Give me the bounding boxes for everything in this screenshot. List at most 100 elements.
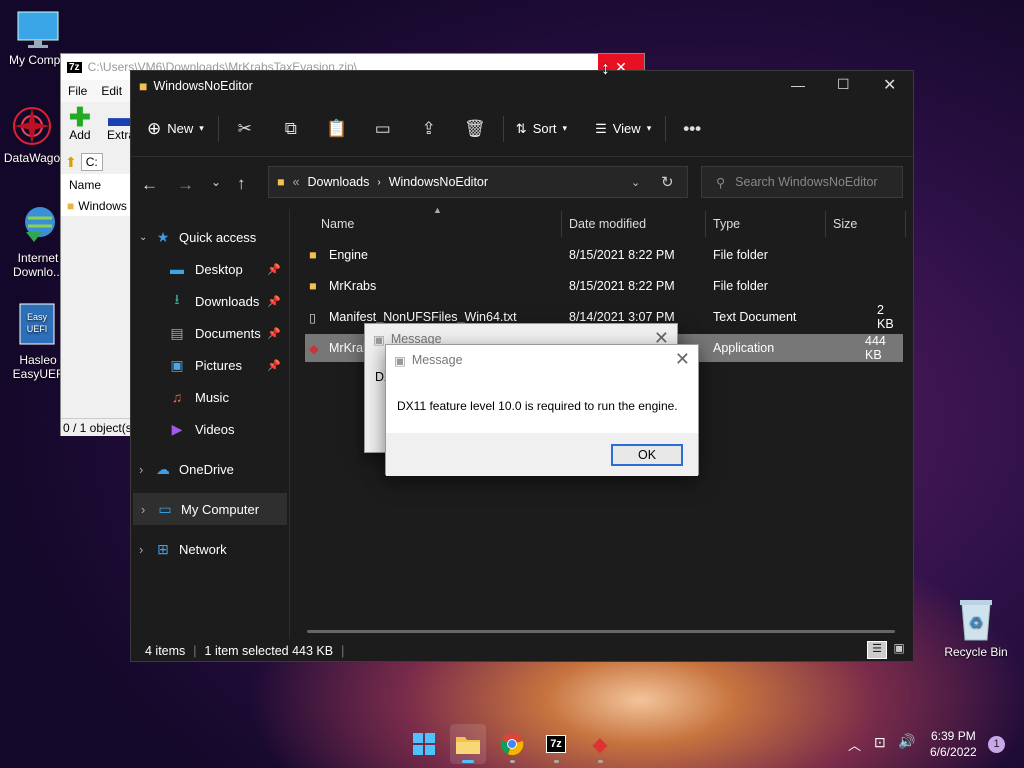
tiles-view-icon[interactable]: ▣ <box>889 641 909 659</box>
folder-icon <box>456 737 480 754</box>
pin-icon[interactable]: 📌 <box>267 359 281 372</box>
new-button[interactable]: ⊕ New ▾ <box>147 119 204 139</box>
chevron-right-icon: › <box>139 541 144 557</box>
delete-icon[interactable]: 🗑 <box>457 113 493 145</box>
star-icon: ★ <box>156 228 170 245</box>
details-view-icon[interactable]: ☰ <box>867 641 887 659</box>
file-row[interactable]: ■ MrKrabs 8/15/2021 8:22 PM File folder <box>305 272 903 300</box>
easyuefi-icon: Easy UEFI <box>19 303 55 345</box>
view-button[interactable]: ☰ View ▾ <box>595 121 651 137</box>
taskbar-7zip[interactable]: 7z <box>538 724 574 764</box>
up-folder-icon[interactable]: ⬆ <box>65 154 77 171</box>
desktop-icon-recycle-bin[interactable]: ♻ Recycle Bin <box>942 596 1010 659</box>
sevenzip-menu-edit[interactable]: Edit <box>101 84 122 98</box>
pin-icon[interactable]: 📌 <box>267 327 281 340</box>
svg-text:Easy: Easy <box>27 312 48 322</box>
ok-button[interactable]: OK <box>611 444 683 466</box>
sevenzip-path[interactable]: C: <box>80 153 103 171</box>
file-type: File folder <box>713 248 768 262</box>
copy-icon[interactable]: ⧉ <box>273 113 309 145</box>
nav-label: Music <box>195 389 229 405</box>
message-dialog[interactable]: ▣ Message ✕ DX11 feature level 10.0 is re… <box>385 344 699 476</box>
folder-icon: ■ <box>277 175 285 189</box>
sevenzip-menu-file[interactable]: File <box>68 84 87 98</box>
close-icon[interactable]: ✕ <box>675 349 690 370</box>
recent-chevron-icon[interactable]: ⌄ <box>211 175 221 189</box>
nav-downloads[interactable]: ⭳ Downloads 📌 <box>131 285 289 317</box>
resize-cursor-icon: ↕ <box>601 58 610 78</box>
monitor-icon <box>17 11 59 48</box>
nav-pictures[interactable]: ▣ Pictures 📌 <box>131 349 289 381</box>
file-size: 444 KB <box>865 334 886 362</box>
sevenzip-add-button[interactable]: ✚ Add <box>69 102 91 142</box>
volume-icon[interactable]: 🔊 <box>898 733 915 750</box>
plus-icon: ✚ <box>69 102 91 132</box>
nav-music[interactable]: ♫ Music <box>131 381 289 413</box>
file-type: Application <box>713 341 775 355</box>
desktop-icon-label: DataWago <box>3 151 61 165</box>
column-header-name[interactable]: Name <box>321 217 354 231</box>
windows-logo-icon <box>413 733 435 755</box>
clock[interactable]: 6:39 PM 6/6/2022 <box>930 728 977 760</box>
pin-icon[interactable]: 📌 <box>267 295 281 308</box>
clock-time: 6:39 PM <box>931 729 976 743</box>
nav-videos[interactable]: ▶ Videos <box>131 413 289 445</box>
cut-icon[interactable]: ✂ <box>227 113 263 145</box>
navigation-pane: ⌄ ★ Quick access ▬ Desktop 📌 ⭳ Downloads 📌 ▤… <box>131 221 289 565</box>
network-tray-icon[interactable]: ⊡ <box>874 734 886 751</box>
taskbar-mrkrabs[interactable]: ◆ <box>582 724 618 764</box>
minimize-button[interactable]: — <box>791 77 805 93</box>
rename-icon[interactable]: ▭ <box>365 113 401 145</box>
pin-icon[interactable]: 📌 <box>267 263 281 276</box>
svg-text:UEFI: UEFI <box>27 324 48 334</box>
sort-button[interactable]: ⇅ Sort ▾ <box>516 121 567 137</box>
refresh-icon[interactable]: ↻ <box>661 173 674 191</box>
explorer-titlebar[interactable]: ■ WindowsNoEditor — ☐ ✕ <box>131 71 913 101</box>
taskbar-chrome[interactable] <box>494 724 530 764</box>
chevron-down-icon[interactable]: ⌄ <box>631 176 640 189</box>
chevron-right-icon: › <box>141 501 146 517</box>
share-icon[interactable]: ⇪ <box>411 113 447 145</box>
sevenzip-item-label: Windows <box>78 199 127 213</box>
more-icon[interactable]: ••• <box>674 113 710 145</box>
nav-my-computer[interactable]: › ▭ My Computer <box>133 493 287 525</box>
nav-label: Desktop <box>195 261 243 277</box>
7zip-icon: 7z <box>546 735 566 753</box>
breadcrumb-downloads[interactable]: Downloads <box>308 175 370 189</box>
column-header-type[interactable]: Type <box>713 217 740 231</box>
start-button[interactable] <box>406 724 442 764</box>
notification-badge[interactable]: 1 <box>988 736 1005 753</box>
show-hidden-icons-chevron-icon[interactable]: ︿ <box>848 735 861 754</box>
download-icon: ⭳ <box>174 291 180 307</box>
maximize-button[interactable]: ☐ <box>837 76 850 93</box>
chevron-down-icon: ▾ <box>646 123 652 133</box>
paste-icon[interactable]: 📋 <box>319 113 355 145</box>
file-row[interactable]: ■ Engine 8/15/2021 8:22 PM File folder <box>305 241 903 269</box>
taskbar-explorer[interactable] <box>450 724 486 764</box>
nav-label: Network <box>179 541 227 557</box>
nav-desktop[interactable]: ▬ Desktop 📌 <box>131 253 289 285</box>
close-button[interactable]: ✕ <box>883 75 896 95</box>
breadcrumb-overflow[interactable]: « <box>293 175 300 189</box>
nav-quick-access[interactable]: ⌄ ★ Quick access <box>131 221 289 253</box>
nav-onedrive[interactable]: › ☁ OneDrive <box>131 453 289 485</box>
cloud-icon: ☁ <box>156 460 170 477</box>
search-box[interactable]: ⚲ Search WindowsNoEditor <box>701 166 903 198</box>
horizontal-scrollbar[interactable] <box>307 630 895 633</box>
view-label: View <box>612 121 641 136</box>
breadcrumb-current[interactable]: WindowsNoEditor <box>389 175 488 189</box>
up-arrow-icon[interactable]: ↑ <box>237 174 246 194</box>
forward-arrow-icon[interactable]: → <box>177 175 194 195</box>
status-selected: 1 item selected 443 KB <box>204 644 334 658</box>
mrkrabs-app-icon: ◆ <box>592 733 608 756</box>
monitor-icon: ▭ <box>158 500 172 517</box>
column-header-date[interactable]: Date modified <box>569 217 646 231</box>
desktop-icon-datawagon[interactable]: DataWago <box>0 104 64 165</box>
back-arrow-icon[interactable]: ← <box>141 175 158 195</box>
column-header-size[interactable]: Size <box>833 217 857 231</box>
nav-documents[interactable]: ▤ Documents 📌 <box>131 317 289 349</box>
nav-network[interactable]: › ⊞ Network <box>131 533 289 565</box>
nav-label: OneDrive <box>179 461 234 477</box>
sort-arrow-icon: ▲ <box>433 205 442 215</box>
address-bar[interactable]: ■ « Downloads › WindowsNoEditor ⌄ ↻ <box>268 166 688 198</box>
